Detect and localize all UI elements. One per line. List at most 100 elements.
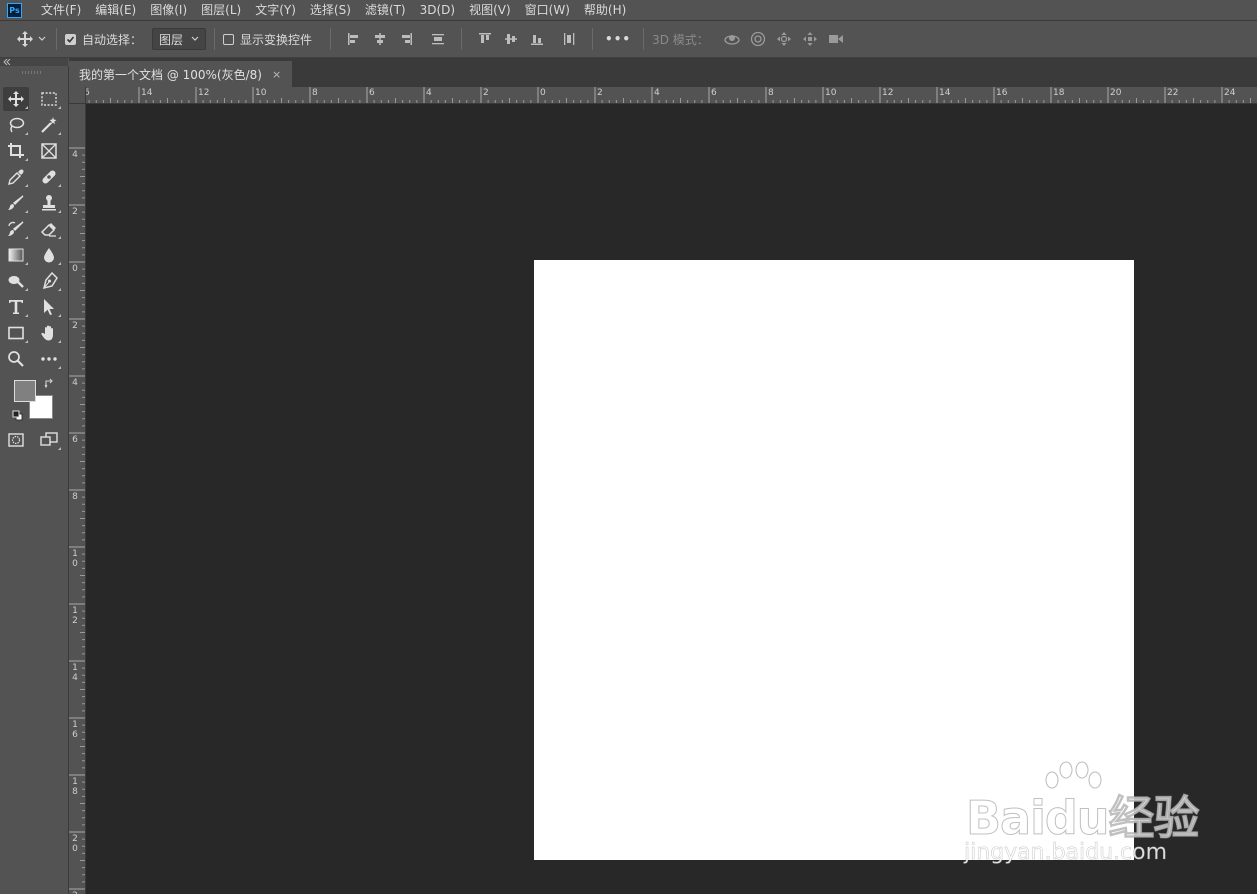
vertical-ruler[interactable]: 42024681 01 21 41 61 82 02	[69, 104, 86, 894]
divider	[214, 28, 216, 50]
lasso-tool[interactable]	[3, 113, 29, 137]
frame-tool[interactable]	[36, 139, 62, 163]
clone-stamp-tool[interactable]	[36, 191, 62, 215]
quick-mask-button[interactable]	[3, 428, 29, 452]
menu-item[interactable]: 帮助(H)	[577, 0, 633, 20]
collapse-arrows-icon[interactable]	[3, 59, 11, 65]
ruler-tick-label: 0	[540, 88, 546, 98]
ruler-tick-label: 1 2	[72, 606, 78, 626]
dodge-tool[interactable]	[3, 269, 29, 293]
close-icon[interactable]: ×	[272, 68, 281, 81]
move-tool[interactable]	[3, 87, 29, 111]
align-bottom-edges-icon[interactable]	[526, 28, 548, 50]
edit-toolbar-button[interactable]	[36, 347, 62, 371]
crop-tool[interactable]	[3, 139, 29, 163]
path-selection-tool[interactable]	[36, 295, 62, 319]
panel-grip[interactable]	[22, 71, 42, 74]
menu-item[interactable]: 滤镜(T)	[358, 0, 413, 20]
history-brush-icon	[8, 221, 24, 236]
3d-scale-camera-icon[interactable]	[825, 28, 847, 50]
brush-tool[interactable]	[3, 191, 29, 215]
align-top-edges-icon[interactable]	[474, 28, 496, 50]
menu-item[interactable]: 选择(S)	[303, 0, 358, 20]
3d-roll-icon[interactable]	[747, 28, 769, 50]
menu-item[interactable]: 文字(Y)	[248, 0, 303, 20]
history-brush-tool[interactable]	[3, 217, 29, 241]
watermark-url-text: jingyan.baidu.com	[964, 840, 1168, 866]
align-horizontal-centers-icon[interactable]	[369, 28, 391, 50]
3d-slide-icon[interactable]	[799, 28, 821, 50]
hand-tool[interactable]	[36, 321, 62, 345]
eraser-tool[interactable]	[36, 217, 62, 241]
ruler-tick-label: 0	[72, 264, 78, 274]
menu-item[interactable]: 文件(F)	[34, 0, 88, 20]
divider	[461, 28, 463, 50]
more-options-button[interactable]: •••	[605, 32, 631, 46]
3d-mode-label: 3D 模式：	[652, 32, 709, 47]
menu-item[interactable]: 3D(D)	[413, 0, 462, 20]
blur-tool[interactable]	[36, 243, 62, 267]
ruler-tick-label: 4	[654, 88, 660, 98]
distribute-horizontal-icon[interactable]	[558, 28, 580, 50]
divider	[56, 28, 57, 50]
ruler-tick-label: 2	[483, 88, 489, 98]
menu-item[interactable]: 视图(V)	[462, 0, 518, 20]
water-drop-icon	[44, 248, 54, 263]
align-right-edges-icon[interactable]	[395, 28, 417, 50]
menu-item[interactable]: 图层(L)	[194, 0, 248, 20]
checkbox-unchecked-icon[interactable]	[223, 33, 235, 45]
divider	[330, 28, 332, 50]
photoshop-logo[interactable]: Ps	[7, 2, 22, 18]
ruler-tick-label: 6	[72, 435, 78, 445]
menu-item[interactable]: 窗口(W)	[518, 0, 577, 20]
ruler-tick-label: 6	[711, 88, 717, 98]
toolbar-collapse-bar[interactable]	[0, 58, 68, 66]
gradient-tool[interactable]	[3, 243, 29, 267]
document-tab[interactable]: 我的第一个文档 @ 100%(灰色/8) ×	[69, 61, 292, 87]
align-vertical-centers-icon[interactable]	[500, 28, 522, 50]
rectangular-marquee-tool[interactable]	[36, 87, 62, 111]
ruler-tick-label: 8	[768, 88, 774, 98]
ruler-origin-corner[interactable]	[69, 87, 86, 104]
zoom-tool[interactable]	[3, 347, 29, 371]
show-transform-controls-checkbox[interactable]: 显示变换控件	[223, 31, 312, 48]
move-tool-preset-icon[interactable]	[14, 28, 36, 50]
default-colors-icon[interactable]	[12, 410, 23, 421]
auto-select-target-dropdown[interactable]: 图层	[152, 28, 207, 50]
type-tool[interactable]	[3, 295, 29, 319]
distribute-vertical-icon[interactable]	[427, 28, 449, 50]
menu-item[interactable]: 图像(I)	[143, 0, 194, 20]
menu-item[interactable]: 编辑(E)	[88, 0, 143, 20]
ruler-tick-label: 8	[312, 88, 318, 98]
3d-pan-icon[interactable]	[773, 28, 795, 50]
horizontal-ruler[interactable]: 61412108642024681012141618202224	[86, 87, 1257, 104]
chevron-down-icon[interactable]	[36, 28, 48, 50]
ruler-tick-label: 8	[72, 492, 78, 502]
eyedropper-tool[interactable]	[3, 165, 29, 189]
rectangle-tool[interactable]	[3, 321, 29, 345]
marquee-icon	[41, 92, 57, 106]
eyedropper-icon	[8, 169, 24, 185]
ruler-tick-label: 16	[996, 88, 1008, 98]
rectangle-icon	[8, 326, 24, 340]
arrow-pointer-icon	[44, 299, 54, 315]
ruler-tick-label: 2 0	[72, 834, 78, 854]
bandage-icon	[42, 170, 56, 184]
swap-colors-icon[interactable]	[44, 378, 55, 389]
show-transform-controls-label: 显示变换控件	[240, 32, 313, 47]
hand-icon	[41, 325, 53, 341]
checkbox-checked-icon[interactable]	[65, 33, 76, 45]
align-left-edges-icon[interactable]	[343, 28, 365, 50]
pen-tool[interactable]	[36, 269, 62, 293]
menu-bar: Ps 文件(F) 编辑(E) 图像(I) 图层(L) 文字(Y) 选择(S) 滤镜(T) 3D…	[0, 0, 1257, 21]
magic-wand-tool[interactable]	[36, 113, 62, 137]
auto-select-checkbox[interactable]: 自动选择：	[65, 31, 142, 48]
menu-list: 文件(F) 编辑(E) 图像(I) 图层(L) 文字(Y) 选择(S) 滤镜(T) 3D(D)…	[34, 0, 633, 20]
document-tab-title: 我的第一个文档 @ 100%(灰色/8)	[79, 67, 262, 82]
3d-orbit-icon[interactable]	[721, 28, 743, 50]
foreground-color-swatch[interactable]	[14, 380, 36, 402]
spot-healing-brush-tool[interactable]	[36, 165, 62, 189]
ruler-tick-label: 24	[1224, 88, 1236, 98]
screen-mode-button[interactable]	[36, 428, 62, 452]
ruler-tick-label: 10	[825, 88, 837, 98]
